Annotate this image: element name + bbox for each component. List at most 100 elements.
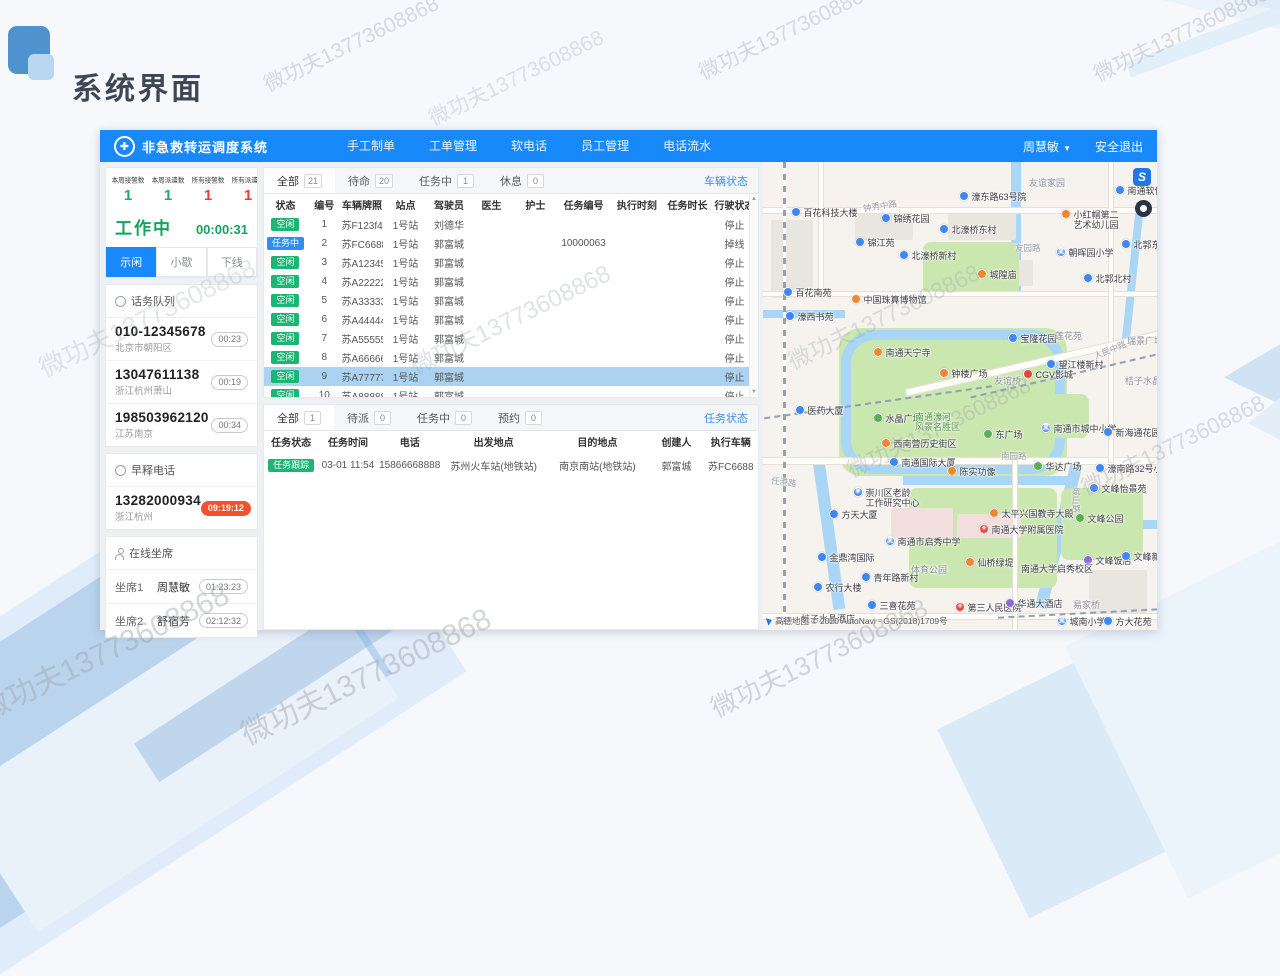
tab-label: 全部 bbox=[277, 410, 299, 426]
map-label-北濠桥东村[interactable]: 北濠桥东村 bbox=[939, 225, 997, 235]
map-label-文峰新村[interactable]: 文峰新村 bbox=[1121, 552, 1157, 562]
task-row[interactable]: 任务跟踪03-01 11:5415866668888苏州火车站(地铁站)南京南站… bbox=[264, 452, 758, 478]
call-item[interactable]: 13047611138浙江杭州萧山00:19 bbox=[106, 361, 257, 404]
tab-任务中[interactable]: 任务中0 bbox=[404, 405, 485, 430]
map-label-东广场[interactable]: 东广场 bbox=[983, 430, 1023, 440]
table-row[interactable]: 空闲7苏A555551号站郭富城停止 bbox=[264, 329, 758, 348]
map-label-北郭北村[interactable]: 北郭北村 bbox=[1083, 274, 1132, 284]
table-row[interactable]: 任务中2苏FC66881号站郭富城10000063掉线 bbox=[264, 234, 758, 253]
map-label-北郭东村北[interactable]: 北郭东村北 bbox=[1121, 240, 1157, 250]
map-label-城隍庙[interactable]: 城隍庙 bbox=[977, 270, 1017, 280]
map-label-锦绣花园[interactable]: 锦绣花园 bbox=[881, 214, 930, 224]
table-row[interactable]: 空闲1苏F123f41号站刘德华停止 bbox=[264, 215, 758, 234]
map-label-宝隆花园[interactable]: 宝隆花园 bbox=[1008, 334, 1057, 344]
vehicle-scrollbar[interactable]: ▲▼ bbox=[749, 194, 758, 397]
map-label-农行大楼[interactable]: 农行大楼 bbox=[813, 583, 862, 593]
tab-待派[interactable]: 待派0 bbox=[334, 405, 404, 430]
table-row[interactable]: 空闲8苏A666661号站郭富城停止 bbox=[264, 348, 758, 367]
agent-state-button-下线[interactable]: 下线 bbox=[207, 247, 257, 277]
map-label-陈实功像[interactable]: 陈实功像 bbox=[947, 467, 996, 477]
map-label-城南小学[interactable]: 文城南小学 bbox=[1057, 617, 1106, 627]
agent-state-button-小歇[interactable]: 小歇 bbox=[156, 247, 206, 277]
call-item[interactable]: 13282000934浙江杭州09:19:12 bbox=[106, 487, 257, 529]
map-label-瑞景广场[interactable]: 瑞景广场 bbox=[1127, 336, 1157, 346]
map-label-百花科技大楼[interactable]: 百花科技大楼 bbox=[791, 208, 858, 218]
map-label-南通市启秀中学[interactable]: 文南通市启秀中学 bbox=[885, 537, 961, 547]
map-label-新海通花园[interactable]: 新海通花园 bbox=[1103, 428, 1157, 438]
map-label-华通大酒店[interactable]: 华通大酒店 bbox=[1005, 599, 1063, 609]
map-label-仙桥绿堤[interactable]: 仙桥绿堤 bbox=[965, 558, 1014, 568]
map-label-青年路新村[interactable]: 青年路新村 bbox=[861, 573, 919, 583]
map-label-北濠桥新村[interactable]: 北濠桥新村 bbox=[899, 251, 957, 261]
logout-button[interactable]: 安全退出 bbox=[1095, 138, 1143, 155]
tab-全部[interactable]: 全部1 bbox=[264, 405, 334, 430]
map-label-体育公园[interactable]: 体育公园 bbox=[911, 565, 947, 575]
table-row[interactable]: 空闲6苏A444441号站郭富城停止 bbox=[264, 310, 758, 329]
online-agents-title: 在线坐席 bbox=[129, 545, 173, 561]
call-item[interactable]: 198503962120江苏南京00:34 bbox=[106, 404, 257, 446]
table-row[interactable]: 空闲4苏A222221号站郭富城停止 bbox=[264, 272, 758, 291]
tab-休息[interactable]: 休息0 bbox=[487, 168, 557, 193]
task-status-badge[interactable]: 任务跟踪 bbox=[268, 459, 314, 472]
cell: 1 bbox=[307, 219, 342, 230]
scroll-up-icon[interactable]: ▲ bbox=[751, 196, 757, 202]
map-label-濠西书苑[interactable]: 濠西书苑 bbox=[785, 312, 834, 322]
map-label-南通软件园[interactable]: 南通软件园 bbox=[1115, 186, 1157, 196]
map-label-小红帽第二艺术幼儿园[interactable]: 小红帽第二艺术幼儿园 bbox=[1061, 210, 1119, 231]
map-road-label-友园路: 友园路 bbox=[1015, 242, 1041, 254]
agent-state-button-示闲[interactable]: 示闲 bbox=[106, 247, 156, 277]
map-label-濠南路32号小区[interactable]: 濠南路32号小区 bbox=[1095, 464, 1157, 474]
map-label-钟楼广场[interactable]: 钟楼广场 bbox=[939, 369, 988, 379]
map-label-南通天宁寺[interactable]: 南通天宁寺 bbox=[873, 348, 931, 358]
map-label-南通濠河风景名胜区[interactable]: 南通濠河风景名胜区 bbox=[915, 412, 960, 433]
table-row[interactable]: 空闲3苏A1234561号站郭富城停止 bbox=[264, 253, 758, 272]
map-label-朝晖园小学[interactable]: 文朝晖园小学 bbox=[1056, 248, 1114, 258]
map-label-南通国际大厦[interactable]: 南通国际大厦 bbox=[889, 458, 956, 468]
map-label-中国珠算博物馆[interactable]: 中国珠算博物馆 bbox=[851, 295, 927, 305]
park-icon bbox=[983, 429, 993, 439]
table-row[interactable]: 空闲9苏A777771号站郭富城停止 bbox=[264, 367, 758, 386]
map-label-锦江苑[interactable]: 锦江苑 bbox=[855, 238, 895, 248]
tab-预约[interactable]: 预约0 bbox=[485, 405, 555, 430]
map-label-三喜花苑[interactable]: 三喜花苑 bbox=[867, 601, 916, 611]
stat-所有接警数: 所有接警数1 bbox=[188, 175, 228, 204]
map-label-南通大学启秀校区[interactable]: 南通大学启秀校区 bbox=[1021, 564, 1093, 574]
vehicle-status-link[interactable]: 车辆状态 bbox=[704, 173, 758, 189]
map-label-友谊家园[interactable]: 友谊家园 bbox=[1029, 178, 1065, 188]
map-label-桔子水晶酒店[interactable]: 桔子水晶酒店 bbox=[1125, 376, 1157, 386]
map-label-金鼎湾国际[interactable]: 金鼎湾国际 bbox=[817, 553, 875, 563]
tab-任务中[interactable]: 任务中1 bbox=[406, 168, 487, 193]
map-label-文峰怡景苑[interactable]: 文峰怡景苑 bbox=[1089, 484, 1147, 494]
call-item[interactable]: 010-12345678北京市朝阳区00:23 bbox=[106, 318, 257, 361]
map-label-方大花苑[interactable]: 方大花苑 bbox=[1103, 617, 1152, 627]
nav-item-软电话[interactable]: 软电话 bbox=[494, 130, 564, 162]
map-label-濠东路63号院[interactable]: 濠东路63号院 bbox=[959, 192, 1027, 202]
map-label-华达广场[interactable]: 华达广场 bbox=[1033, 462, 1082, 472]
map-label-望江楼新村[interactable]: 望江楼新村 bbox=[1046, 360, 1104, 370]
tab-待命[interactable]: 待命20 bbox=[335, 168, 406, 193]
nav-item-员工管理[interactable]: 员工管理 bbox=[564, 130, 646, 162]
map-label-易家桥[interactable]: 易家桥 bbox=[1073, 600, 1100, 610]
map-label-百花南苑[interactable]: 百花南苑 bbox=[783, 288, 832, 298]
task-status-link[interactable]: 任务状态 bbox=[704, 410, 758, 426]
map-label-南通大学附属医院[interactable]: +南通大学附属医院 bbox=[979, 525, 1064, 535]
user-menu[interactable]: 周慧敏▼ bbox=[1023, 138, 1071, 155]
table-row[interactable]: 空闲5苏A333331号站郭富城停止 bbox=[264, 291, 758, 310]
nav-item-手工制单[interactable]: 手工制单 bbox=[330, 130, 412, 162]
nav-item-电话流水[interactable]: 电话流水 bbox=[646, 130, 728, 162]
nav-item-工单管理[interactable]: 工单管理 bbox=[412, 130, 494, 162]
map-label-友谊桥[interactable]: 友谊桥 bbox=[994, 376, 1021, 386]
map-label-崇川区老龄工作研究中心[interactable]: ¥崇川区老龄工作研究中心 bbox=[853, 488, 920, 509]
tab-全部[interactable]: 全部21 bbox=[264, 168, 335, 193]
map-label-医药大厦[interactable]: 医药大厦 bbox=[795, 406, 844, 416]
map-label-文峰公园[interactable]: 文峰公园 bbox=[1075, 514, 1124, 524]
scroll-down-icon[interactable]: ▼ bbox=[751, 389, 757, 395]
map-label-莲花苑[interactable]: 莲花苑 bbox=[1055, 331, 1082, 341]
map-label-西南营历史街区[interactable]: 西南营历史街区 bbox=[881, 439, 957, 449]
panorama-icon[interactable] bbox=[1135, 200, 1152, 217]
map-panel[interactable]: S 南通软件园濠东路63号院友谊家园百花科技大楼锦绣花园小红帽第二艺术幼儿园北濠… bbox=[763, 162, 1157, 630]
map-label-CGV影城[interactable]: CGV影城 bbox=[1023, 370, 1073, 380]
map-label-太平兴国教寺大殿[interactable]: 太平兴国教寺大殿 bbox=[989, 509, 1074, 519]
map-label-方天大厦[interactable]: 方天大厦 bbox=[829, 510, 878, 520]
table-row[interactable]: 空闲10苏A888881号站郭富城停止 bbox=[264, 386, 758, 398]
